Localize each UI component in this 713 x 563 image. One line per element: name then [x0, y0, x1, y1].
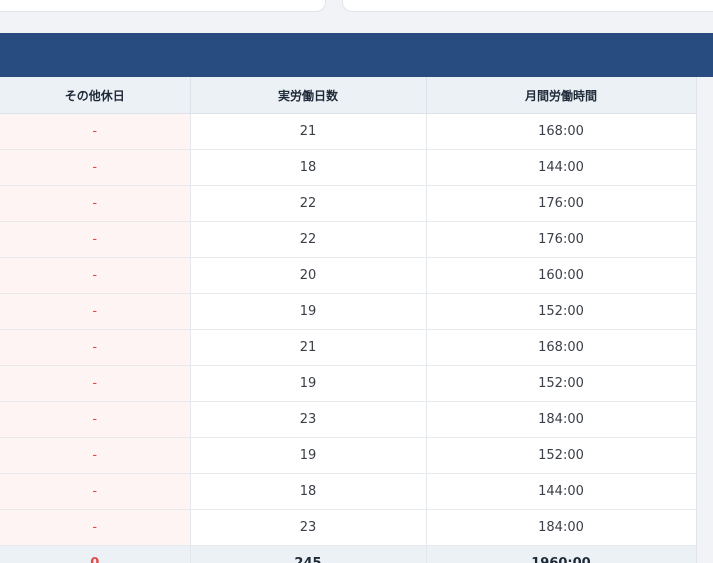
monthly-hours-cell: 152:00 — [426, 365, 696, 402]
work-days-cell: 23 — [190, 401, 427, 438]
other-holidays-cell: - — [0, 509, 191, 546]
monthly-hours-cell: 152:00 — [426, 437, 696, 474]
monthly-hours-cell: 144:00 — [426, 149, 696, 186]
table-header-row: その他休日 実労働日数 月間労働時間 — [0, 77, 696, 114]
work-days-cell: 18 — [190, 149, 427, 186]
monthly-hours-cell: 144:00 — [426, 473, 696, 510]
other-holidays-cell: - — [0, 329, 191, 366]
other-holidays-cell: - — [0, 437, 191, 474]
other-holidays-cell: - — [0, 149, 191, 186]
work-days-cell: 19 — [190, 293, 427, 330]
other-holidays-cell: - — [0, 473, 191, 510]
total-monthly-hours-cell: 1960:00 — [426, 545, 696, 563]
monthly-hours-cell: 176:00 — [426, 221, 696, 258]
other-holidays-cell: - — [0, 257, 191, 294]
other-holidays-cell: - — [0, 113, 191, 150]
table-row: - 22 176:00 — [0, 185, 696, 222]
table-row: - 19 152:00 — [0, 293, 696, 330]
table-row: - 18 144:00 — [0, 473, 696, 510]
monthly-hours-cell: 168:00 — [426, 329, 696, 366]
monthly-hours-cell: 184:00 — [426, 509, 696, 546]
monthly-hours-cell: 184:00 — [426, 401, 696, 438]
total-work-days-cell: 245 — [190, 545, 427, 563]
other-holidays-cell: - — [0, 221, 191, 258]
table-row: - 20 160:00 — [0, 257, 696, 294]
other-holidays-cell: - — [0, 185, 191, 222]
column-header-work-days: 実労働日数 — [190, 77, 427, 114]
other-holidays-cell: - — [0, 365, 191, 402]
other-holidays-cell: - — [0, 293, 191, 330]
top-card-left — [0, 0, 326, 12]
work-days-cell: 18 — [190, 473, 427, 510]
table-row: - 23 184:00 — [0, 401, 696, 438]
table-row: - 23 184:00 — [0, 509, 696, 546]
work-days-cell: 21 — [190, 329, 427, 366]
work-days-cell: 23 — [190, 509, 427, 546]
table-row: - 21 168:00 — [0, 113, 696, 150]
work-days-cell: 22 — [190, 221, 427, 258]
other-holidays-cell: - — [0, 401, 191, 438]
column-header-other-holidays: その他休日 — [0, 77, 191, 114]
work-days-cell: 19 — [190, 365, 427, 402]
table-total-row: 0 245 1960:00 — [0, 545, 696, 563]
monthly-hours-cell: 176:00 — [426, 185, 696, 222]
work-hours-table-container: その他休日 実労働日数 月間労働時間 - 21 168:00 - 18 144:… — [0, 77, 697, 563]
column-header-monthly-hours: 月間労働時間 — [426, 77, 696, 114]
total-other-holidays-cell: 0 — [0, 545, 191, 563]
table-row: - 19 152:00 — [0, 365, 696, 402]
table-row: - 22 176:00 — [0, 221, 696, 258]
monthly-hours-cell: 152:00 — [426, 293, 696, 330]
monthly-hours-cell: 160:00 — [426, 257, 696, 294]
monthly-hours-cell: 168:00 — [426, 113, 696, 150]
table-row: - 21 168:00 — [0, 329, 696, 366]
work-days-cell: 20 — [190, 257, 427, 294]
table-row: - 18 144:00 — [0, 149, 696, 186]
table-title-bar — [0, 33, 713, 77]
work-hours-table: その他休日 実労働日数 月間労働時間 - 21 168:00 - 18 144:… — [0, 77, 696, 563]
work-days-cell: 19 — [190, 437, 427, 474]
work-days-cell: 22 — [190, 185, 427, 222]
top-card-right — [342, 0, 713, 12]
table-row: - 19 152:00 — [0, 437, 696, 474]
work-days-cell: 21 — [190, 113, 427, 150]
